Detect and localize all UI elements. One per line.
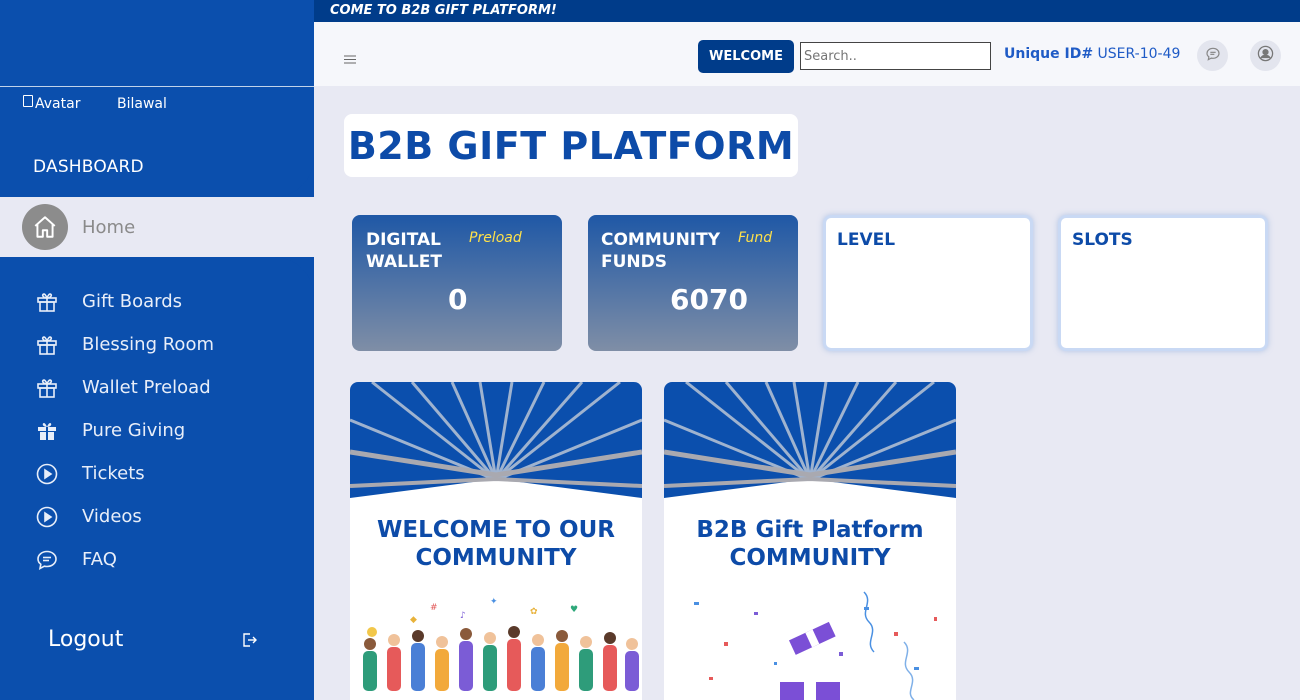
sidebar-divider xyxy=(0,86,314,87)
top-header: WELCOME Unique ID# USER-10-49 xyxy=(314,22,1300,86)
platform-community-card[interactable]: B2B Gift Platform COMMUNITY xyxy=(664,382,956,700)
svg-text:♪: ♪ xyxy=(460,611,466,621)
logout-icon[interactable] xyxy=(242,632,258,651)
svg-text:♥: ♥ xyxy=(570,605,578,615)
gift-outline-icon xyxy=(34,289,60,315)
sidebar-item-label: Gift Boards xyxy=(82,291,183,312)
logout-link[interactable]: Logout xyxy=(48,627,123,652)
card-title-line: COMMUNITY xyxy=(415,545,577,571)
stat-title-line: FUNDS xyxy=(601,252,667,272)
sidebar-item-tickets[interactable]: Tickets xyxy=(34,452,214,495)
card-title: B2B Gift Platform COMMUNITY xyxy=(664,516,956,572)
stat-title-line: WALLET xyxy=(366,252,443,272)
username: Bilawal xyxy=(117,96,167,112)
play-circle-icon xyxy=(34,461,60,487)
sidebar-item-wallet-preload[interactable]: Wallet Preload xyxy=(34,366,214,409)
menu-toggle-icon[interactable] xyxy=(344,49,356,68)
home-icon xyxy=(22,204,68,250)
crowd-illustration: # ✦ ✿ ♪ ♥ ◆ xyxy=(363,597,639,691)
svg-text:✦: ✦ xyxy=(490,597,498,607)
sunburst-banner xyxy=(664,382,956,512)
svg-text:#: # xyxy=(430,603,438,613)
stat-title: LEVEL xyxy=(837,230,896,250)
stat-card-slots[interactable]: SLOTS xyxy=(1058,215,1268,351)
unique-id: Unique ID# USER-10-49 xyxy=(1004,46,1180,62)
user-profile: Avatar Bilawal xyxy=(23,95,167,112)
sidebar-item-videos[interactable]: Videos xyxy=(34,495,214,538)
stat-value: 0 xyxy=(448,283,468,316)
gift-confetti-illustration xyxy=(694,591,937,700)
page-title-box: B2B GIFT PLATFORM xyxy=(344,114,798,177)
sidebar-item-pure-giving[interactable]: Pure Giving xyxy=(34,409,214,452)
play-circle-icon xyxy=(34,504,60,530)
avatar-alt-text: Avatar xyxy=(35,96,81,112)
unique-id-value: USER-10-49 xyxy=(1097,46,1181,62)
stat-card-level[interactable]: LEVEL xyxy=(823,215,1033,351)
stat-card-community-funds[interactable]: COMMUNITY FUNDS Fund 6070 xyxy=(588,215,798,351)
stat-tag: Preload xyxy=(469,230,522,246)
card-title-line: COMMUNITY xyxy=(729,545,891,571)
community-card[interactable]: WELCOME TO OUR COMMUNITY # ✦ ✿ ♪ ♥ ◆ xyxy=(350,382,642,700)
stat-tag: Fund xyxy=(738,230,773,246)
sidebar-item-home[interactable]: Home xyxy=(16,197,314,257)
sidebar-item-label: Home xyxy=(82,216,136,238)
sidebar-item-label: FAQ xyxy=(82,549,117,570)
stat-title: DIGITAL WALLET xyxy=(366,229,442,273)
card-title: WELCOME TO OUR COMMUNITY xyxy=(350,516,642,572)
welcome-button[interactable]: WELCOME xyxy=(698,40,794,73)
stat-title: COMMUNITY FUNDS xyxy=(601,229,720,273)
gift-outline-icon xyxy=(34,332,60,358)
chat-icon xyxy=(1205,46,1221,66)
user-circle-icon xyxy=(1257,45,1274,66)
messages-button[interactable] xyxy=(1197,40,1228,71)
stat-title-line: COMMUNITY xyxy=(601,230,721,250)
sidebar-item-gift-boards[interactable]: Gift Boards xyxy=(34,280,214,323)
dashboard-heading: DASHBOARD xyxy=(33,157,144,177)
sidebar-item-label: Blessing Room xyxy=(82,334,214,355)
broken-image-icon xyxy=(23,95,33,107)
unique-id-label: Unique ID# xyxy=(1004,46,1094,62)
card-title-line: B2B Gift Platform xyxy=(696,517,924,543)
svg-text:◆: ◆ xyxy=(410,615,417,625)
profile-button[interactable] xyxy=(1250,40,1281,71)
sidebar-nav: Gift Boards Blessing Room Wallet Preload… xyxy=(34,280,214,581)
page-title: B2B GIFT PLATFORM xyxy=(347,123,795,168)
svg-text:✿: ✿ xyxy=(530,607,538,617)
avatar: Avatar xyxy=(23,95,117,112)
sidebar-item-label: Pure Giving xyxy=(82,420,186,441)
sidebar-item-label: Tickets xyxy=(82,463,145,484)
sidebar-item-label: Videos xyxy=(82,506,142,527)
stat-title: SLOTS xyxy=(1072,230,1133,250)
chat-icon xyxy=(34,547,60,573)
welcome-marquee: COME TO B2B GIFT PLATFORM! xyxy=(314,0,1300,22)
stat-value: 6070 xyxy=(670,283,748,316)
card-title-line: WELCOME TO OUR xyxy=(377,517,615,543)
stat-title-line: DIGITAL xyxy=(366,230,441,250)
stat-card-digital-wallet[interactable]: DIGITAL WALLET Preload 0 xyxy=(352,215,562,351)
sidebar-item-label: Wallet Preload xyxy=(82,377,211,398)
gift-outline-icon xyxy=(34,375,60,401)
search-input[interactable] xyxy=(800,42,991,70)
sunburst-banner xyxy=(350,382,642,512)
sidebar-item-blessing-room[interactable]: Blessing Room xyxy=(34,323,214,366)
gift-solid-icon xyxy=(34,418,60,444)
sidebar-item-faq[interactable]: FAQ xyxy=(34,538,214,581)
